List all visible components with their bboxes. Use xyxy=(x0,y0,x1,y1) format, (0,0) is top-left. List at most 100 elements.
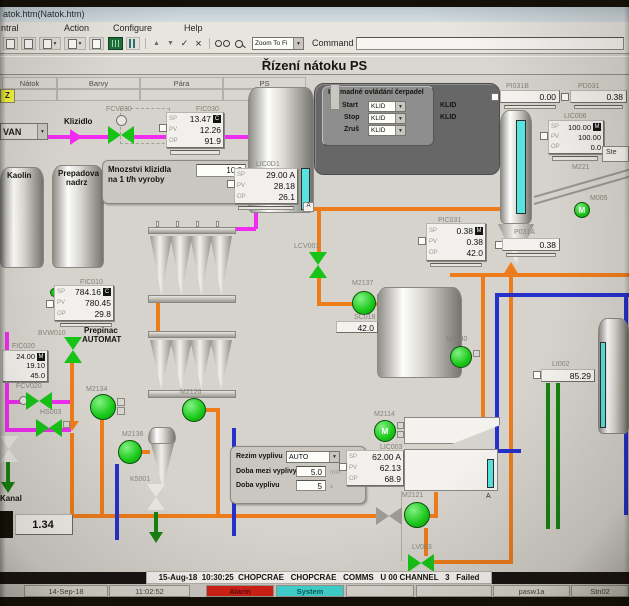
stop-select[interactable]: KLID▼ xyxy=(368,113,406,124)
lcv001-valve[interactable] xyxy=(309,252,327,278)
binocular-lens xyxy=(215,40,222,47)
m2134-pump[interactable] xyxy=(90,394,116,420)
tab-para[interactable]: Pára xyxy=(140,77,223,89)
pic031-op-slider[interactable] xyxy=(430,263,482,267)
zoom-select[interactable]: Zoom To Fi ▼ xyxy=(252,37,304,50)
menu-help[interactable]: Help xyxy=(184,23,203,33)
vypliv-interval-input[interactable]: 5.0 xyxy=(296,466,326,477)
page-down-icon[interactable]: ▼ xyxy=(164,37,177,50)
pi031b-checkbox[interactable] xyxy=(491,93,499,101)
faceplate-fic010[interactable]: SP784.16C PV780.45 OP29.8 xyxy=(54,285,114,321)
system-button[interactable]: System xyxy=(276,585,344,597)
p031a-bar xyxy=(506,253,556,257)
vypliv-mode-select[interactable]: AUTO▼ xyxy=(286,451,340,463)
cancel-select[interactable]: KLID▼ xyxy=(368,125,406,136)
display-icon[interactable] xyxy=(108,37,123,50)
pv-label: PV xyxy=(551,134,560,140)
li002-checkbox[interactable] xyxy=(533,371,541,379)
tab-cell-empty[interactable] xyxy=(140,89,223,101)
fic010-checkbox[interactable] xyxy=(46,300,54,308)
faceplate-lic0d1[interactable]: SP29.00 A PV28.18 OP26.1 xyxy=(234,168,298,204)
tab-cell-empty[interactable] xyxy=(57,89,140,101)
command-input[interactable] xyxy=(356,37,624,50)
window-title: atok.htm(Natok.htm) xyxy=(3,9,85,19)
ratio-value[interactable]: 1.34 xyxy=(15,514,73,535)
label-kaolin: Kaolin xyxy=(7,171,31,180)
hs003-valve[interactable] xyxy=(36,419,62,437)
tag-fcv030: FCV030 xyxy=(106,106,132,113)
faceplate-lic006[interactable]: SP100.00M PV100.00 OP0.0 xyxy=(548,120,604,154)
menu-configure[interactable]: Configure xyxy=(113,23,152,33)
pd031-value[interactable]: 0.38 xyxy=(570,90,627,103)
faceplate-fic020[interactable]: 24.00M 19.10 45.0 xyxy=(2,350,48,382)
drain-valve[interactable] xyxy=(0,436,18,462)
kaolin-tank xyxy=(0,167,44,268)
sp-row: SP100.00M xyxy=(551,123,601,132)
footer-spare-1[interactable] xyxy=(346,585,414,597)
pv-value: 12.26 xyxy=(178,125,221,135)
m2121-pump[interactable] xyxy=(404,502,430,528)
m2126-pump[interactable] xyxy=(182,398,206,422)
footer-spare-2[interactable] xyxy=(416,585,492,597)
mode-badge: M xyxy=(37,353,45,361)
lic006-checkbox[interactable] xyxy=(540,132,548,140)
lic006-op-slider[interactable] xyxy=(552,156,598,161)
label-prepinac: Prepinac xyxy=(84,326,118,335)
faceplate-pic031[interactable]: SP0.38M PV0.38 OP42.0 xyxy=(426,223,486,261)
battery1-footer xyxy=(148,295,236,303)
fcv030-valve[interactable] xyxy=(108,126,134,144)
fic030-checkbox[interactable] xyxy=(159,124,167,132)
op-value: 45.0 xyxy=(5,371,45,380)
m2140-pump[interactable] xyxy=(450,346,472,368)
vypliv-duration-input[interactable]: 5 xyxy=(296,480,326,491)
trend-bars-icon[interactable] xyxy=(126,37,140,50)
menu-action[interactable]: Action xyxy=(64,23,89,33)
m2114-motor[interactable]: M xyxy=(374,420,396,442)
op-value: 26.1 xyxy=(246,192,295,202)
sc018-value[interactable]: 42.0 xyxy=(336,321,378,333)
lv003-valve[interactable] xyxy=(408,554,434,572)
page-up-icon[interactable]: ▲ xyxy=(150,37,163,50)
label-prepadova: Prepadova xyxy=(58,169,99,178)
sp-row: SP29.00 A xyxy=(237,171,295,180)
toolbar-button-3[interactable]: ▼ xyxy=(39,37,61,50)
toolbar-button-2[interactable] xyxy=(21,37,36,50)
pi031b-value[interactable]: 0.00 xyxy=(500,90,560,103)
accept-icon[interactable]: ✓ xyxy=(178,37,191,50)
fic030-op-slider[interactable] xyxy=(170,150,220,155)
faceplate-fic030[interactable]: SP13.47C PV12.26 OP91.9 xyxy=(166,112,224,148)
bvw010-valve[interactable] xyxy=(64,337,82,363)
m2137-pump[interactable] xyxy=(352,291,376,315)
alarm-button[interactable]: Alarm xyxy=(206,585,274,597)
sp-value: 62.00 A xyxy=(358,452,401,462)
menu-central[interactable]: ntral xyxy=(1,23,19,33)
faceplate-lic003[interactable]: SP62.00 A PV62.13 OP68.9 xyxy=(346,450,404,486)
pd031-checkbox[interactable] xyxy=(561,93,569,101)
ste-button[interactable]: Ste xyxy=(602,146,629,162)
toolbar-button-1[interactable] xyxy=(3,37,18,50)
tab-barvy[interactable]: Barvy xyxy=(57,77,140,89)
van-select[interactable]: VAN ▼ xyxy=(0,123,48,140)
m005-motor[interactable]: M xyxy=(574,202,590,218)
toolbar-button-4[interactable]: ▼ xyxy=(64,37,86,50)
toolbar-button-5[interactable] xyxy=(89,37,104,50)
lic0d1-checkbox[interactable] xyxy=(227,180,235,188)
fcv020-valve[interactable] xyxy=(26,392,52,410)
magnifier-icon[interactable] xyxy=(233,37,248,50)
m2136-pump[interactable] xyxy=(118,440,142,464)
pic031-checkbox[interactable] xyxy=(418,237,426,245)
cancel-icon[interactable]: × xyxy=(192,37,205,50)
lic003-checkbox[interactable] xyxy=(339,463,347,471)
tab-natok[interactable]: Nátok xyxy=(2,77,57,89)
tag-m2137: M2137 xyxy=(352,280,373,287)
toolbar-separator xyxy=(145,38,146,49)
find-binoculars-icon[interactable] xyxy=(213,37,231,50)
bars-glyph xyxy=(129,39,137,48)
li002-value[interactable]: 85.29 xyxy=(541,369,595,382)
lic0d1-op-slider[interactable] xyxy=(238,206,294,210)
start-select[interactable]: KLID▼ xyxy=(368,101,406,112)
m2121-inlet-valve[interactable] xyxy=(376,507,402,525)
p031a-value[interactable]: 0.38 xyxy=(502,238,560,251)
k5001-valve[interactable] xyxy=(147,484,165,510)
pv-label: PV xyxy=(169,127,178,133)
